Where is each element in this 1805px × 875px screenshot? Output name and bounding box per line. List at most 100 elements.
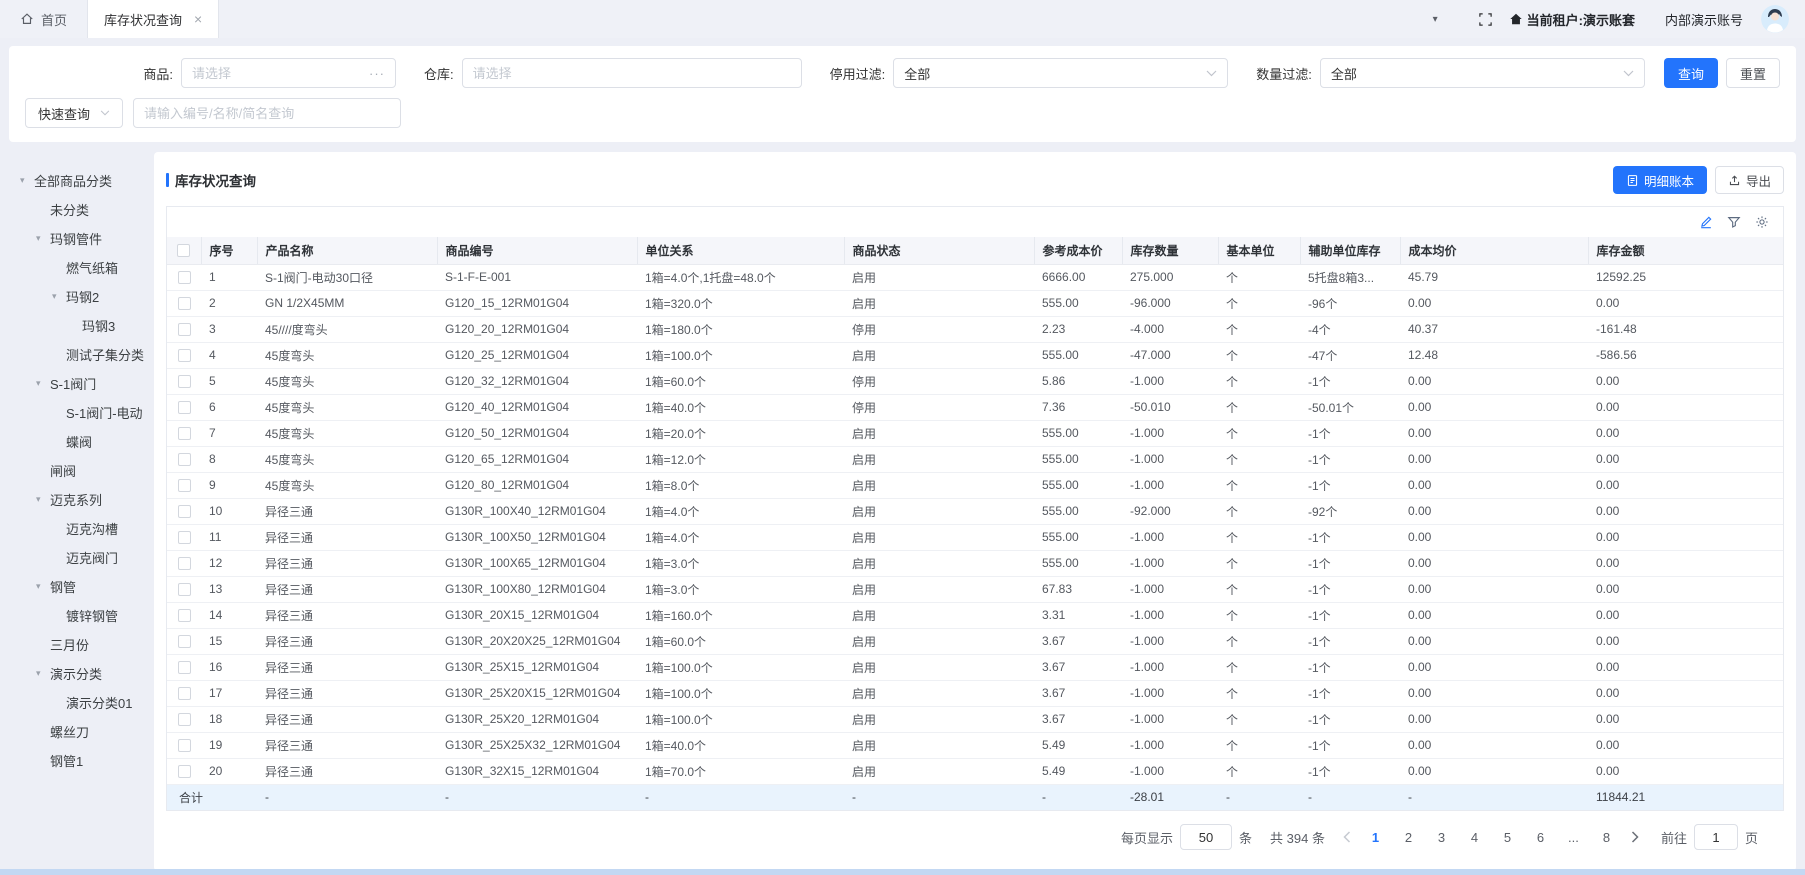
prev-page-button[interactable] bbox=[1343, 831, 1351, 843]
tree-item[interactable]: 闸阀 bbox=[20, 456, 154, 485]
tree-item[interactable]: ▾S-1阀门 bbox=[20, 369, 154, 398]
quick-query-input[interactable] bbox=[144, 106, 390, 121]
row-checkbox[interactable] bbox=[178, 479, 191, 492]
account-name[interactable]: 内部演示账号 bbox=[1665, 10, 1743, 29]
gear-icon[interactable] bbox=[1755, 215, 1769, 229]
current-tenant[interactable]: 当前租户:演示账套 bbox=[1509, 10, 1635, 29]
table-row[interactable]: 17异径三通G130R_25X20X15_12RM01G041箱=100.0个启… bbox=[167, 680, 1783, 706]
tree-item[interactable]: 未分类 bbox=[20, 195, 154, 224]
tree-item[interactable]: 镀锌钢管 bbox=[20, 601, 154, 630]
row-checkbox[interactable] bbox=[178, 609, 191, 622]
detail-ledger-button[interactable]: 明细账本 bbox=[1613, 166, 1707, 194]
row-checkbox[interactable] bbox=[178, 687, 191, 700]
table-row[interactable]: 11异径三通G130R_100X50_12RM01G041箱=4.0个启用555… bbox=[167, 524, 1783, 550]
table-row[interactable]: 18异径三通G130R_25X20_12RM01G041箱=100.0个启用3.… bbox=[167, 706, 1783, 732]
table-row[interactable]: 13异径三通G130R_100X80_12RM01G041箱=3.0个启用67.… bbox=[167, 576, 1783, 602]
row-checkbox[interactable] bbox=[178, 635, 191, 648]
warehouse-select[interactable] bbox=[462, 58, 802, 88]
page-button[interactable]: 6 bbox=[1527, 824, 1554, 850]
tree-item[interactable]: 钢管1 bbox=[20, 746, 154, 775]
product-select-input[interactable] bbox=[192, 66, 363, 81]
row-checkbox[interactable] bbox=[178, 765, 191, 778]
expand-arrow-icon[interactable]: ▾ bbox=[36, 494, 50, 505]
table-row[interactable]: 12异径三通G130R_100X65_12RM01G041箱=3.0个启用555… bbox=[167, 550, 1783, 576]
tree-item[interactable]: 玛钢3 bbox=[20, 311, 154, 340]
table-row[interactable]: 345////度弯头G120_20_12RM01G041箱=180.0个停用2.… bbox=[167, 316, 1783, 342]
page-button[interactable]: 8 bbox=[1593, 824, 1620, 850]
tree-item[interactable]: ▾玛钢管件 bbox=[20, 224, 154, 253]
page-button[interactable]: 2 bbox=[1395, 824, 1422, 850]
table-row[interactable]: 545度弯头G120_32_12RM01G041箱=60.0个停用5.86-1.… bbox=[167, 368, 1783, 394]
row-checkbox[interactable] bbox=[178, 505, 191, 518]
fullscreen-icon[interactable] bbox=[1478, 12, 1493, 27]
row-checkbox[interactable] bbox=[178, 323, 191, 336]
row-checkbox[interactable] bbox=[178, 297, 191, 310]
row-checkbox[interactable] bbox=[178, 271, 191, 284]
row-checkbox[interactable] bbox=[178, 583, 191, 596]
product-select[interactable]: ··· bbox=[181, 58, 396, 88]
search-button[interactable]: 查询 bbox=[1664, 58, 1718, 88]
reset-button[interactable]: 重置 bbox=[1726, 58, 1780, 88]
table-row[interactable]: 14异径三通G130R_20X15_12RM01G041箱=160.0个启用3.… bbox=[167, 602, 1783, 628]
tabs-dropdown-icon[interactable]: ▾ bbox=[1433, 14, 1438, 25]
quick-query-dropdown[interactable]: 快速查询 bbox=[25, 98, 123, 128]
tree-item[interactable]: S-1阀门-电动 bbox=[20, 398, 154, 427]
filter-icon[interactable] bbox=[1727, 215, 1741, 229]
goto-page-input[interactable] bbox=[1694, 824, 1738, 850]
row-checkbox[interactable] bbox=[178, 453, 191, 466]
page-button[interactable]: 5 bbox=[1494, 824, 1521, 850]
expand-arrow-icon[interactable]: ▾ bbox=[36, 233, 50, 244]
table-row[interactable]: 10异径三通G130R_100X40_12RM01G041箱=4.0个启用555… bbox=[167, 498, 1783, 524]
warehouse-select-input[interactable] bbox=[473, 66, 791, 81]
expand-arrow-icon[interactable]: ▾ bbox=[52, 291, 66, 302]
tab-inventory-query[interactable]: 库存状况查询 × bbox=[87, 0, 219, 38]
row-checkbox[interactable] bbox=[178, 739, 191, 752]
table-row[interactable]: 1S-1阀门-电动30口径S-1-F-E-0011箱=4.0个,1托盘=48.0… bbox=[167, 264, 1783, 290]
table-row[interactable]: 845度弯头G120_65_12RM01G041箱=12.0个启用555.00-… bbox=[167, 446, 1783, 472]
tree-item[interactable]: 蝶阀 bbox=[20, 427, 154, 456]
row-checkbox[interactable] bbox=[178, 661, 191, 674]
tree-item[interactable]: 螺丝刀 bbox=[20, 717, 154, 746]
export-button[interactable]: 导出 bbox=[1715, 166, 1784, 194]
quick-query-box[interactable] bbox=[133, 98, 401, 128]
next-page-button[interactable] bbox=[1631, 831, 1639, 843]
table-row[interactable]: 15异径三通G130R_20X20X25_12RM01G041箱=60.0个启用… bbox=[167, 628, 1783, 654]
row-checkbox[interactable] bbox=[178, 375, 191, 388]
page-button[interactable]: 1 bbox=[1362, 824, 1389, 850]
table-row[interactable]: 20异径三通G130R_32X15_12RM01G041箱=70.0个启用5.4… bbox=[167, 758, 1783, 784]
tree-item[interactable]: 燃气纸箱 bbox=[20, 253, 154, 282]
tree-item[interactable]: 迈克阀门 bbox=[20, 543, 154, 572]
page-more-button[interactable]: ... bbox=[1560, 824, 1587, 850]
tree-item[interactable]: 演示分类01 bbox=[20, 688, 154, 717]
tree-item[interactable]: 迈克沟槽 bbox=[20, 514, 154, 543]
select-all-checkbox[interactable] bbox=[177, 244, 190, 257]
expand-arrow-icon[interactable]: ▾ bbox=[36, 668, 50, 679]
row-checkbox[interactable] bbox=[178, 557, 191, 570]
row-checkbox[interactable] bbox=[178, 531, 191, 544]
table-row[interactable]: 445度弯头G120_25_12RM01G041箱=100.0个启用555.00… bbox=[167, 342, 1783, 368]
tree-item[interactable]: 测试子集分类 bbox=[20, 340, 154, 369]
horizontal-scrollbar[interactable] bbox=[0, 869, 1805, 875]
more-options-icon[interactable]: ··· bbox=[369, 66, 385, 81]
tree-item[interactable]: ▾演示分类 bbox=[20, 659, 154, 688]
qty-filter-select[interactable]: 全部 bbox=[1320, 58, 1645, 88]
row-checkbox[interactable] bbox=[178, 401, 191, 414]
table-row[interactable]: 645度弯头G120_40_12RM01G041箱=40.0个停用7.36-50… bbox=[167, 394, 1783, 420]
page-button[interactable]: 4 bbox=[1461, 824, 1488, 850]
tree-item[interactable]: 三月份 bbox=[20, 630, 154, 659]
table-row[interactable]: 16异径三通G130R_25X15_12RM01G041箱=100.0个启用3.… bbox=[167, 654, 1783, 680]
disable-filter-select[interactable]: 全部 bbox=[893, 58, 1228, 88]
expand-arrow-icon[interactable]: ▾ bbox=[36, 378, 50, 389]
close-tab-icon[interactable]: × bbox=[194, 12, 202, 26]
table-row[interactable]: 945度弯头G120_80_12RM01G041箱=8.0个启用555.00-1… bbox=[167, 472, 1783, 498]
tree-item[interactable]: ▾全部商品分类 bbox=[20, 166, 154, 195]
tree-item[interactable]: ▾钢管 bbox=[20, 572, 154, 601]
table-row[interactable]: 2GN 1/2X45MMG120_15_12RM01G041箱=320.0个启用… bbox=[167, 290, 1783, 316]
expand-arrow-icon[interactable]: ▾ bbox=[20, 175, 34, 186]
row-checkbox[interactable] bbox=[178, 427, 191, 440]
row-checkbox[interactable] bbox=[178, 713, 191, 726]
expand-arrow-icon[interactable]: ▾ bbox=[36, 581, 50, 592]
avatar[interactable] bbox=[1761, 5, 1789, 33]
per-page-input[interactable] bbox=[1180, 824, 1232, 850]
table-row[interactable]: 745度弯头G120_50_12RM01G041箱=20.0个启用555.00-… bbox=[167, 420, 1783, 446]
